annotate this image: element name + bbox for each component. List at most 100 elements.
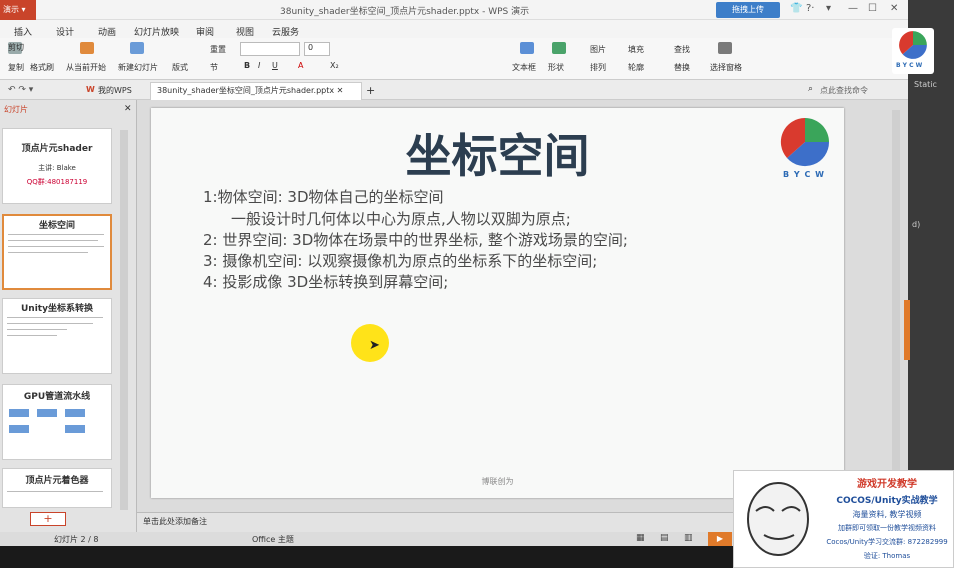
- arrange-button[interactable]: 排列: [590, 62, 606, 73]
- replace-button[interactable]: 替换: [674, 62, 690, 73]
- promo-line-1: 海量资料, 教学视频: [852, 510, 922, 519]
- wps-home-icon: W: [86, 85, 95, 94]
- italic-button[interactable]: I: [258, 61, 260, 70]
- share-upload-button[interactable]: 拖拽上传: [716, 2, 780, 18]
- font-name-select[interactable]: [240, 42, 300, 56]
- copy-button[interactable]: 复制: [8, 62, 24, 73]
- slide-thumbnail-3[interactable]: Unity坐标系转换: [2, 298, 112, 374]
- home-tab[interactable]: 我的WPS: [98, 85, 132, 96]
- fill-button[interactable]: 填充: [628, 44, 644, 55]
- menu-animation[interactable]: 动画: [98, 25, 116, 38]
- menu-insert[interactable]: 插入: [14, 25, 32, 38]
- slide-thumbnail-4[interactable]: GPU管道流水线: [2, 384, 112, 460]
- thumb-title: 顶点片元shader: [21, 144, 93, 154]
- more-icon[interactable]: ▾: [826, 3, 831, 14]
- logo-text: B Y C W: [783, 170, 825, 179]
- app-menu-label: 演示: [3, 5, 19, 14]
- promo-title: 游戏开发教学: [857, 479, 917, 490]
- static-label: Static: [914, 80, 937, 89]
- slide-thumbnail-2[interactable]: 坐标空间: [2, 214, 112, 290]
- cut-button[interactable]: 剪切: [8, 42, 24, 53]
- thumb-text-line: [8, 246, 104, 247]
- app-menu-button[interactable]: 演示 ▾: [0, 0, 36, 20]
- slide-line-1[interactable]: 1:物体空间: 3D物体自己的坐标空间: [203, 186, 444, 207]
- slide-title[interactable]: 坐标空间: [151, 120, 844, 186]
- select-pane-icon[interactable]: [718, 42, 732, 54]
- menu-slideshow[interactable]: 幻灯片放映: [134, 25, 179, 38]
- active-document-tab[interactable]: 38unity_shader坐标空间_顶点片元shader.pptx ✕: [150, 82, 362, 100]
- view-sorter-icon[interactable]: ▤: [660, 533, 669, 543]
- menu-cloud[interactable]: 云服务: [272, 25, 299, 38]
- slide[interactable]: 坐标空间 B Y C W 1:物体空间: 3D物体自己的坐标空间 一般设计时几何…: [151, 108, 844, 498]
- slide-line-4[interactable]: 3: 摄像机空间: 以观察摄像机为原点的坐标系下的坐标空间;: [203, 250, 597, 271]
- theme-name: Office 主题: [252, 535, 294, 544]
- pane-header: 幻灯片: [4, 105, 28, 114]
- search-input[interactable]: 点此查找命令: [820, 85, 868, 96]
- menu-view[interactable]: 视图: [236, 25, 254, 38]
- minimize-icon[interactable]: —: [848, 3, 858, 14]
- menu-review[interactable]: 审阅: [196, 25, 214, 38]
- play-from-current-button[interactable]: 从当前开始: [66, 62, 106, 73]
- reset-button[interactable]: 重置: [210, 44, 226, 55]
- shirt-icon[interactable]: 👕: [790, 3, 802, 14]
- view-reading-icon[interactable]: ▥: [684, 533, 693, 543]
- window-title: 38unity_shader坐标空间_顶点片元shader.pptx - WPS…: [280, 7, 530, 17]
- font-size-select[interactable]: 0: [304, 42, 330, 56]
- overlay-logo-text: B Y C W: [896, 62, 923, 69]
- view-normal-icon[interactable]: ▦: [636, 533, 645, 543]
- thumb-text-line: [7, 329, 67, 330]
- bycw-logo-icon: [899, 31, 927, 59]
- textbox-icon[interactable]: [520, 42, 534, 54]
- overlay-logo-box: B Y C W: [892, 28, 934, 74]
- select-pane-button[interactable]: 选择窗格: [710, 62, 742, 73]
- subscript-button[interactable]: X₂: [330, 61, 339, 70]
- slide-line-5[interactable]: 4: 投影成像 3D坐标转换到屏幕空间;: [203, 271, 448, 292]
- thumb-title: 顶点片元着色器: [25, 476, 89, 486]
- underline-button[interactable]: U: [272, 61, 278, 70]
- thumb-box: [9, 425, 29, 433]
- section-button[interactable]: 节: [210, 62, 218, 73]
- promo-line-4: 验证: Thomas: [863, 552, 911, 560]
- layout-button[interactable]: 版式: [172, 62, 188, 73]
- play-slideshow-icon[interactable]: ▶: [708, 532, 732, 546]
- shape-button[interactable]: 形状: [548, 62, 564, 73]
- bold-button[interactable]: B: [244, 61, 250, 70]
- slide-thumbnail-5[interactable]: 顶点片元着色器: [2, 468, 112, 508]
- search-icon: ⌕: [808, 84, 814, 94]
- pane-close-icon[interactable]: ✕: [124, 104, 132, 114]
- canvas-scrollbar[interactable]: [892, 110, 900, 510]
- find-button[interactable]: 查找: [674, 44, 690, 55]
- font-color-button[interactable]: A: [298, 61, 303, 70]
- slide-thumbnail-1[interactable]: 顶点片元shader 主讲: Blake QQ群:480187119: [2, 128, 112, 204]
- slide-line-2[interactable]: 一般设计时几何体以中心为原点,人物以双脚为原点;: [231, 208, 571, 229]
- picture-button[interactable]: 图片: [590, 44, 606, 55]
- orange-marker: [904, 300, 910, 360]
- textbox-button[interactable]: 文本框: [512, 62, 536, 73]
- thumb-text-line: [7, 317, 103, 318]
- outline-button[interactable]: 轮廓: [628, 62, 644, 73]
- document-tab-bar: [0, 80, 908, 100]
- play-icon[interactable]: [80, 42, 94, 54]
- thumb-box: [65, 425, 85, 433]
- meme-face-icon: [747, 482, 809, 556]
- menu-design[interactable]: 设计: [56, 25, 74, 38]
- promo-subtitle: COCOS/Unity实战教学: [836, 496, 938, 506]
- promo-line-3: Cocos/Unity学习交流群: 872282999: [826, 538, 948, 546]
- promo-line-2: 加群即可领取一份教学视频资料: [838, 524, 936, 532]
- slide-counter: 幻灯片 2 / 8: [54, 535, 99, 544]
- shape-icon[interactable]: [552, 42, 566, 54]
- new-tab-icon[interactable]: +: [366, 84, 375, 97]
- bycw-logo-icon: [780, 117, 830, 167]
- inspector-label: d): [912, 220, 921, 229]
- maximize-icon[interactable]: ☐: [868, 3, 877, 14]
- pane-scrollbar[interactable]: [120, 130, 128, 510]
- format-painter-button[interactable]: 格式刷: [30, 62, 54, 73]
- slide-line-3[interactable]: 2: 世界空间: 3D物体在场景中的世界坐标, 整个游戏场景的空间;: [203, 229, 628, 250]
- undo-icon[interactable]: ↶ ↷ ▾: [8, 85, 33, 95]
- add-slide-button[interactable]: +: [30, 512, 66, 526]
- help-icon[interactable]: ?·: [806, 3, 815, 14]
- thumb-box: [9, 409, 29, 417]
- new-slide-icon[interactable]: [130, 42, 144, 54]
- close-icon[interactable]: ✕: [890, 3, 898, 14]
- new-slide-button[interactable]: 新建幻灯片: [118, 62, 158, 73]
